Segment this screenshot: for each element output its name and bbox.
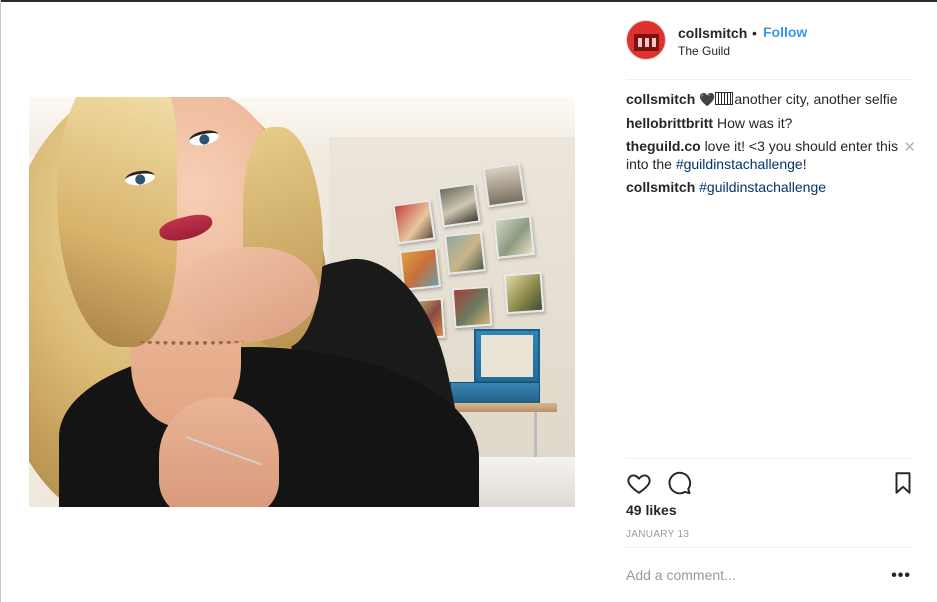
caption: collsmitch 🖤 another city, another selfie [626,90,916,109]
comment-username[interactable]: collsmitch [626,179,695,195]
hashtag-link[interactable]: #guildinstachallenge [699,179,826,195]
post-header: collsmitch • Follow The Guild [626,20,913,80]
photo-record-cover [503,271,545,315]
black-heart-icon: 🖤 [699,92,716,107]
comment-input[interactable] [626,563,876,587]
hashtag-link[interactable]: #guildinstachallenge [676,156,803,172]
comment-username[interactable]: theguild.co [626,138,701,154]
add-comment-section: ••• [626,547,913,602]
photo-record-cover [437,182,481,228]
comment-text-suffix: ! [802,156,807,172]
avatar-window [652,38,656,47]
comment-username[interactable]: collsmitch [626,91,695,107]
photo-choker [134,337,244,345]
comment-icon[interactable] [666,470,692,496]
list-item: hellobrittbritt How was it? [626,114,916,132]
comment-username[interactable]: hellobrittbritt [626,115,713,131]
photo-record-cover [392,199,436,245]
avatar-window [638,38,642,47]
list-item: collsmitch #guildinstachallenge [626,178,916,196]
more-options-icon[interactable]: ••• [891,567,911,585]
heart-icon[interactable] [626,470,652,496]
post-date[interactable]: JANUARY 13 [626,529,689,540]
close-icon[interactable]: ✕ [903,139,916,157]
window-left-edge [0,0,1,602]
author-username[interactable]: collsmitch [678,25,747,41]
comment-text: another city, another selfie [734,91,898,107]
post-actions: 49 likes JANUARY 13 [626,458,913,548]
avatar[interactable] [626,20,666,60]
location-link[interactable]: The Guild [678,44,730,58]
comments-list: collsmitch 🖤 another city, another selfie… [626,90,916,201]
post-photo[interactable] [29,97,575,507]
avatar-window [645,38,649,47]
likes-count[interactable]: 49 likes [626,502,677,518]
list-item: theguild.co love it! <3 you should enter… [626,137,916,173]
bookmark-icon[interactable] [890,470,916,496]
photo-turntable-base [450,382,540,404]
follow-button[interactable]: Follow [763,24,807,40]
photo-record-cover [444,231,486,275]
piano-keys-icon [715,92,734,105]
photo-record-cover [482,162,526,208]
photo-turntable-lid [481,335,533,377]
photo-record-cover [493,215,535,259]
photo-record-cover [451,285,493,329]
separator-dot: • [752,25,757,41]
comment-text: How was it? [717,115,793,131]
window-top-edge [0,0,937,2]
